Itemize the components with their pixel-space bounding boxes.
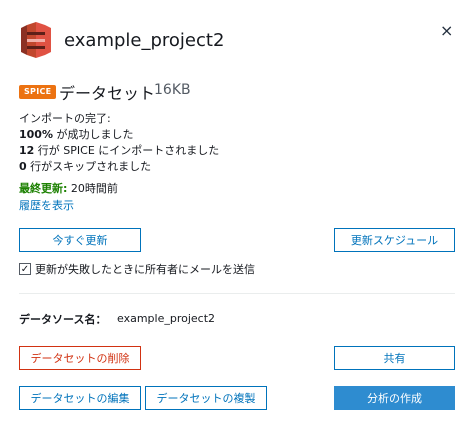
data-source-value: example_project2 [117,312,216,325]
import-skipped: 0 行がスキップされました [19,158,151,174]
import-rows: 12 行が SPICE にインポートされました [19,142,219,158]
dataset-title: example_project2 [64,30,225,51]
skipped-count: 0 [19,160,27,173]
last-updated-value: 20時間前 [67,182,118,195]
refresh-schedule-button[interactable]: 更新スケジュール [334,228,455,252]
view-history-link[interactable]: 履歴を表示 [19,197,74,213]
rows-count: 12 [19,144,35,157]
refresh-now-button[interactable]: 今すぐ更新 [19,228,141,252]
divider [19,293,455,294]
import-heading: インポートの完了: [19,112,111,125]
import-success: 100% が成功しました [19,126,133,142]
s3-bucket-icon [19,20,53,60]
delete-dataset-button[interactable]: データセットの削除 [19,346,141,370]
share-button[interactable]: 共有 [334,346,455,370]
notify-option: ✓ 更新が失敗したときに所有者にメールを送信 [19,261,255,277]
notify-label: 更新が失敗したときに所有者にメールを送信 [35,263,255,276]
duplicate-dataset-button[interactable]: データセットの複製 [145,386,267,410]
data-source-label: データソース名： [19,313,107,326]
skipped-text: 行がスキップされました [26,160,152,173]
notify-checkbox[interactable]: ✓ [19,263,31,275]
rows-text: 行が SPICE にインポートされました [34,144,220,157]
last-updated-label: 最終更新: [19,182,68,195]
last-updated: 最終更新: 20時間前 [19,180,118,196]
dataset-label: データセット [59,84,156,103]
edit-dataset-button[interactable]: データセットの編集 [19,386,141,410]
close-icon[interactable]: × [440,21,453,40]
success-text: が成功しました [52,128,134,141]
create-analysis-button[interactable]: 分析の作成 [334,386,455,410]
success-percent: 100% [19,128,53,141]
dataset-size: 16KB [154,82,191,98]
spice-badge: SPICE [19,85,57,99]
